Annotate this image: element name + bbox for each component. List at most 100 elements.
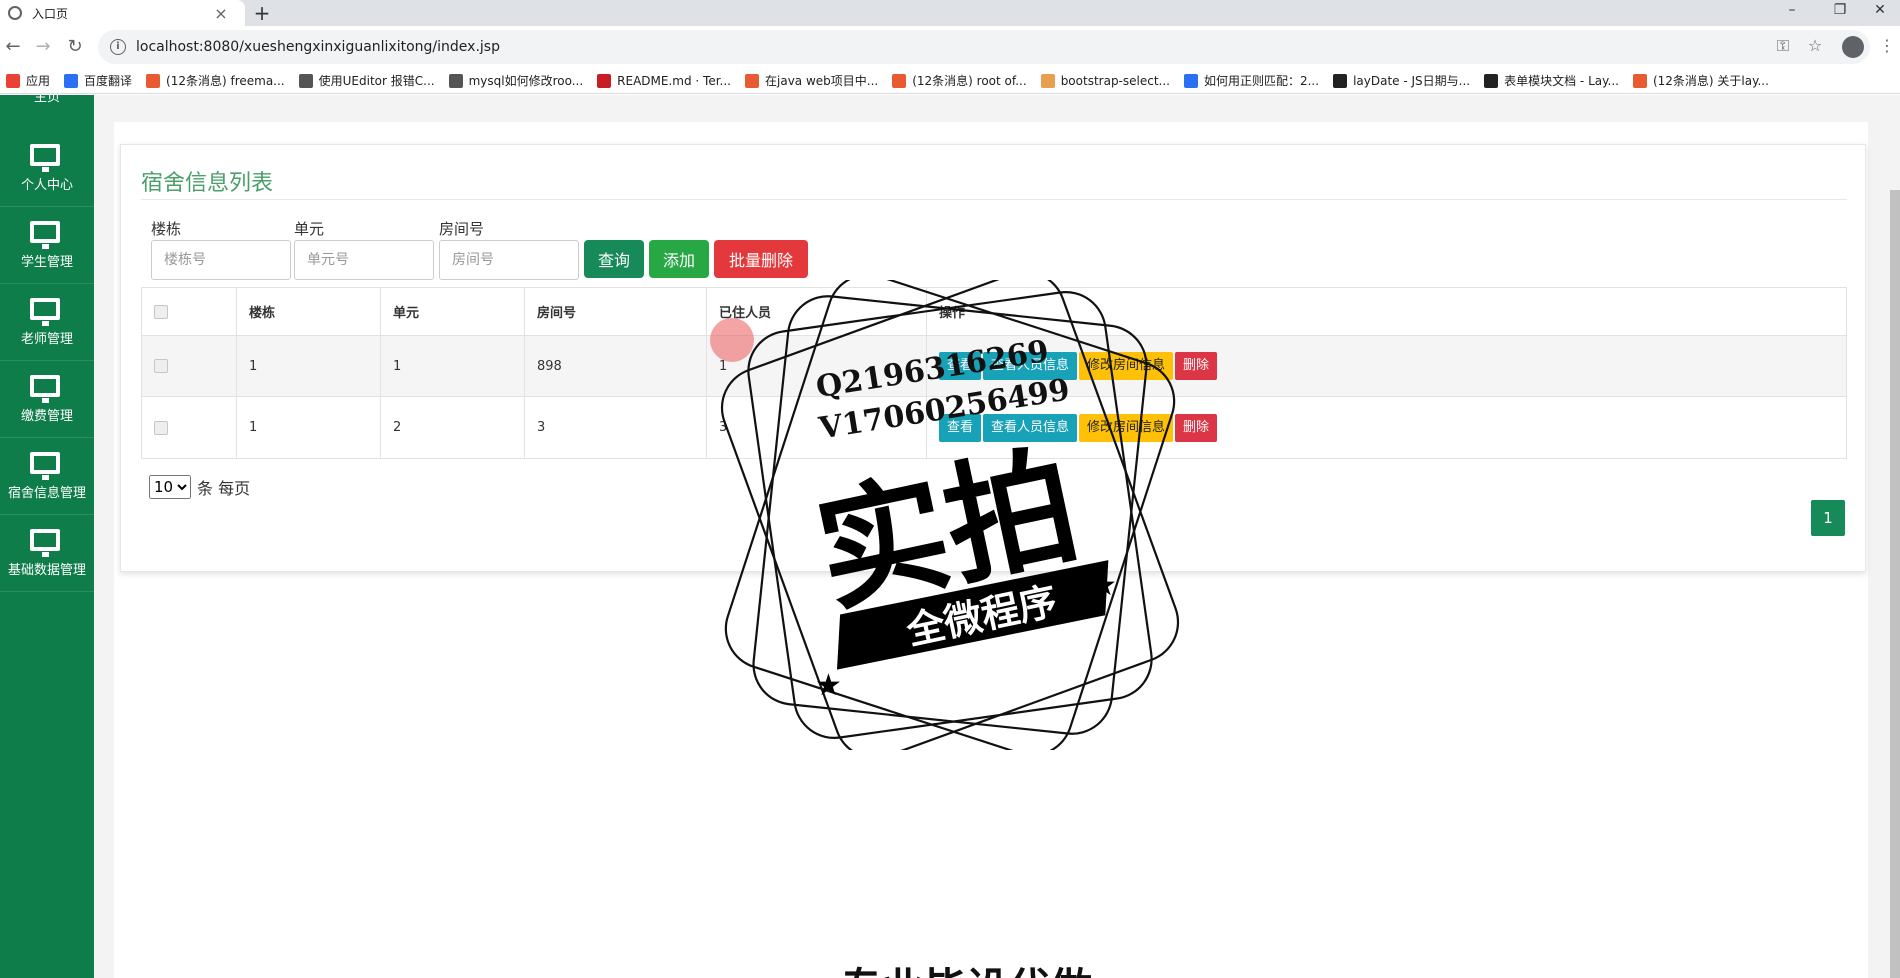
bookmark-favicon-icon: [146, 73, 161, 88]
cell-building: 1: [237, 336, 381, 396]
bookmark-item[interactable]: 在java web项目中...: [745, 72, 878, 89]
header-building: 楼栋: [237, 288, 381, 335]
monitor-icon: [30, 452, 60, 480]
monitor-icon: [30, 529, 60, 557]
bookmark-favicon-icon: [64, 73, 79, 88]
apps-grid-icon: [6, 73, 20, 88]
row-checkbox[interactable]: [154, 359, 168, 373]
sidebar-item-label: 宿舍信息管理: [7, 486, 86, 501]
bookmark-item[interactable]: (12条消息) 关于lay...: [1632, 72, 1769, 89]
bookmark-label: layDate - JS日期与...: [1353, 74, 1471, 88]
bookmark-item[interactable]: layDate - JS日期与...: [1333, 72, 1470, 89]
page-size-control: 10 条 每页: [149, 475, 250, 499]
monitor-icon: [30, 298, 60, 326]
forward-arrow-icon[interactable]: →: [32, 36, 54, 58]
page-size-select[interactable]: 10: [149, 475, 191, 499]
url-input[interactable]: i localhost:8080/xueshengxinxiguanlixito…: [98, 30, 1870, 64]
row-checkbox[interactable]: [154, 420, 168, 435]
bookmark-label: bootstrap-select...: [1060, 73, 1170, 88]
cell-room: 898: [525, 336, 707, 396]
delete-button[interactable]: 删除: [1175, 413, 1218, 442]
bookmark-item[interactable]: README.md · Ter...: [597, 73, 731, 88]
bookmark-label: 如何用正则匹配：2...: [1203, 74, 1320, 88]
bookmark-label: (12条消息) 关于lay...: [1652, 74, 1769, 88]
page-scrollbar[interactable]: [1890, 190, 1900, 978]
bookmark-item[interactable]: 表单模块文档 - Lay...: [1484, 72, 1619, 89]
sidebar-item[interactable]: 个人中心: [0, 131, 94, 207]
batch-delete-button[interactable]: 批量删除: [714, 240, 808, 278]
tab-close-icon[interactable]: ×: [211, 4, 231, 23]
cursor-highlight: [710, 318, 754, 362]
key-icon[interactable]: ⚿: [1772, 36, 1794, 56]
restore-button[interactable]: ❐: [1820, 0, 1860, 24]
bookmark-favicon-icon: [1484, 73, 1499, 88]
divider: [141, 199, 1847, 200]
header-unit: 单元: [381, 288, 525, 335]
building-input[interactable]: [151, 240, 291, 280]
bookmark-favicon-icon: [1183, 73, 1198, 88]
sidebar-item-home[interactable]: 主页: [0, 95, 94, 107]
bookmark-favicon-icon: [1040, 73, 1055, 88]
sidebar-item[interactable]: 基础数据管理: [0, 516, 94, 592]
bookmark-item[interactable]: 如何用正则匹配：2...: [1183, 72, 1320, 89]
delete-button[interactable]: 删除: [1175, 352, 1218, 380]
reload-icon[interactable]: ↻: [64, 36, 86, 58]
new-tab-button[interactable]: +: [250, 1, 274, 25]
sidebar-item[interactable]: 宿舍信息管理: [0, 439, 94, 515]
bookmark-item[interactable]: mysql如何修改roo...: [448, 72, 584, 89]
bookmark-label: (12条消息) freema...: [166, 74, 285, 88]
cell-building: 1: [237, 397, 381, 458]
sidebar-item-label: 老师管理: [20, 332, 73, 347]
header-actions: 操作: [939, 306, 966, 321]
select-all-checkbox[interactable]: [154, 304, 168, 319]
page-size-suffix: 条 每页: [197, 479, 251, 498]
bookmark-label: 在java web项目中...: [765, 74, 879, 88]
back-arrow-icon[interactable]: ←: [2, 36, 24, 58]
bookmark-item[interactable]: (12条消息) freema...: [146, 72, 285, 89]
bookmark-favicon-icon: [892, 73, 907, 88]
edit-room-button[interactable]: 修改房间信息: [1079, 352, 1174, 380]
address-bar-area: ← → ↻ i localhost:8080/xueshengxinxiguan…: [0, 26, 1900, 68]
sidebar-item[interactable]: 缴费管理: [0, 362, 94, 438]
star-icon[interactable]: ☆: [1804, 36, 1826, 55]
bookmark-item[interactable]: 应用: [6, 72, 50, 89]
add-button[interactable]: 添加: [649, 240, 709, 278]
window-close-button[interactable]: ✕: [1860, 0, 1900, 24]
bookmark-label: 百度翻译: [84, 74, 133, 88]
menu-dots-icon[interactable]: ⋮: [1876, 36, 1898, 55]
bookmarks-bar: 应用 百度翻译 (12条消息) freema... 使用UEditor 报错C... m…: [0, 68, 1900, 94]
bookmark-item[interactable]: 百度翻译: [64, 72, 132, 89]
globe-icon: [8, 6, 22, 20]
bookmark-label: README.md · Ter...: [617, 73, 731, 88]
profile-avatar-icon[interactable]: [1842, 36, 1864, 58]
room-input[interactable]: [439, 240, 579, 280]
bookmark-label: 表单模块文档 - Lay...: [1504, 74, 1619, 88]
unit-input[interactable]: [294, 240, 434, 280]
cell-unit: 1: [381, 336, 525, 396]
bookmark-label: (12条消息) root of...: [912, 74, 1027, 88]
bookmark-favicon-icon: [298, 73, 313, 88]
sidebar-item-label: 学生管理: [20, 255, 73, 270]
query-button[interactable]: 查询: [584, 240, 644, 278]
bookmark-item[interactable]: bootstrap-select...: [1040, 73, 1170, 88]
tab-title: 入口页: [32, 6, 69, 21]
watermark-bottom: 专业毕设代做: [840, 955, 1092, 978]
sidebar-item[interactable]: 学生管理: [0, 208, 94, 284]
browser-tab[interactable]: 入口页 ×: [0, 0, 245, 26]
bookmark-label: mysql如何修改roo...: [468, 74, 584, 88]
bookmark-item[interactable]: (12条消息) root of...: [892, 72, 1027, 89]
bookmark-label: 使用UEditor 报错C...: [318, 74, 435, 88]
bookmark-favicon-icon: [1333, 73, 1348, 88]
row-checkbox-cell: [142, 397, 237, 458]
edit-room-button[interactable]: 修改房间信息: [1079, 413, 1174, 442]
site-info-icon[interactable]: i: [110, 39, 126, 55]
page-1-button[interactable]: 1: [1811, 500, 1845, 536]
room-label: 房间号: [439, 220, 485, 238]
bookmark-favicon-icon: [745, 73, 759, 88]
minimize-button[interactable]: –: [1772, 0, 1812, 24]
bookmark-item[interactable]: 使用UEditor 报错C...: [298, 72, 435, 89]
table-header-row: 楼栋 单元 房间号 已住人员 操作: [142, 288, 1846, 336]
sidebar-item[interactable]: 老师管理: [0, 285, 94, 361]
page-title: 宿舍信息列表: [141, 171, 274, 196]
sidebar-item-label: 个人中心: [20, 178, 73, 193]
